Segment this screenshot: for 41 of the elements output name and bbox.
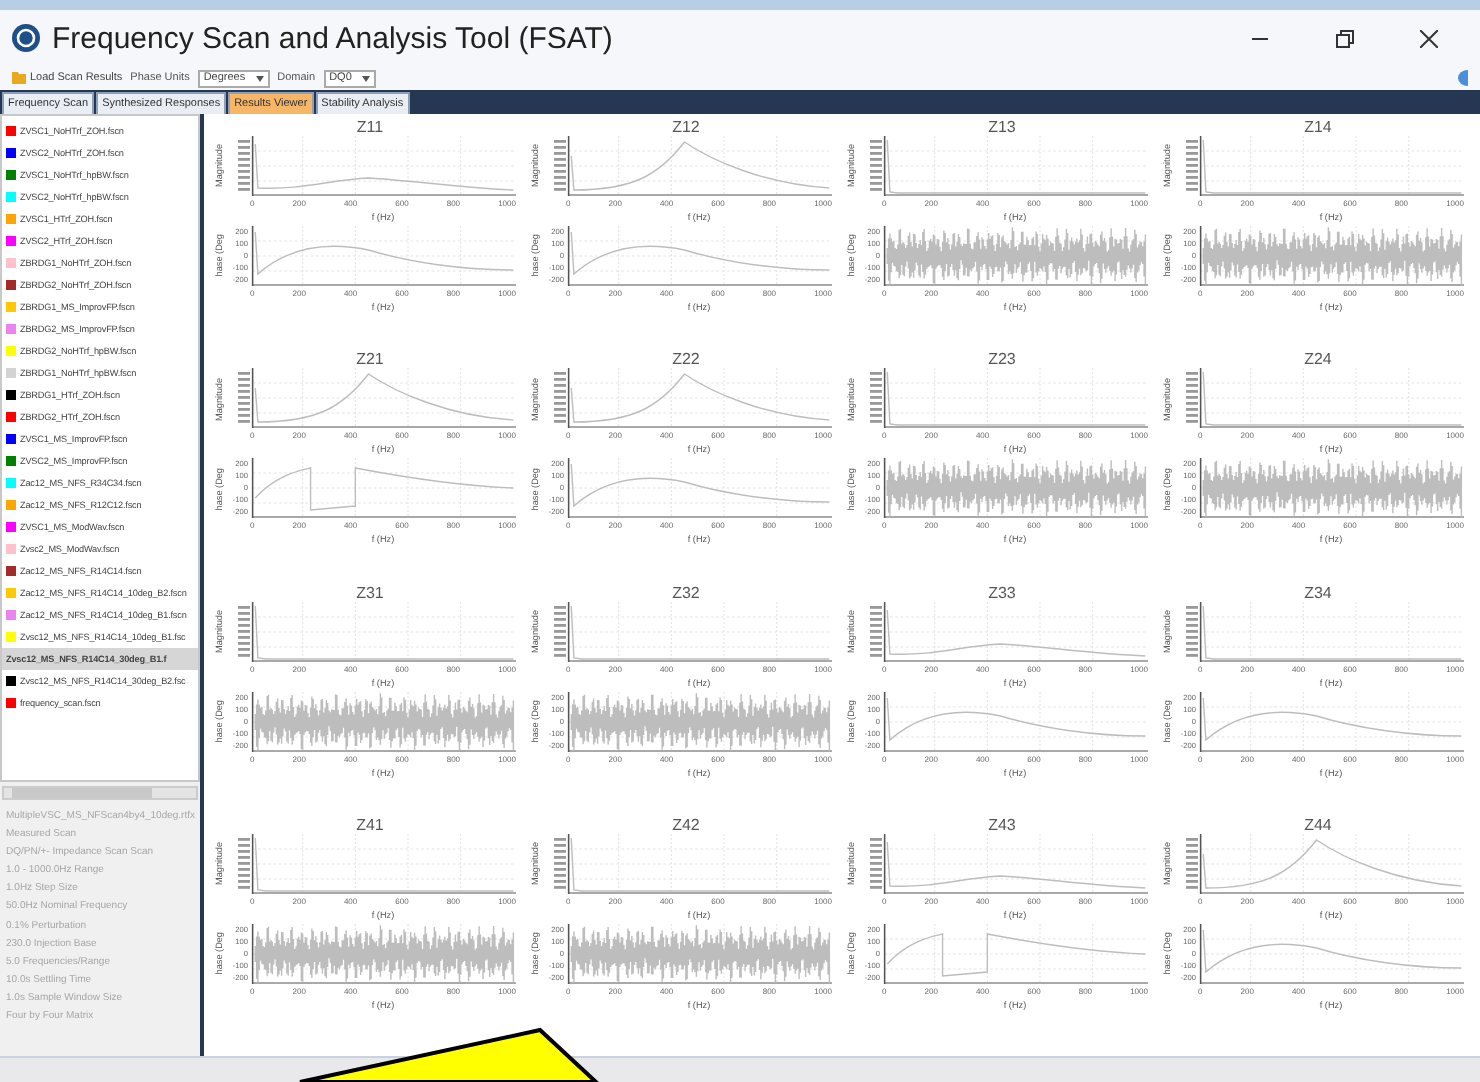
- app-logo-icon: [12, 24, 40, 52]
- plot-title: Z34: [1304, 583, 1332, 601]
- plot-title: Z23: [988, 350, 1016, 369]
- magnitude-axis-drawing: [870, 601, 882, 661]
- plot-title: Z31: [356, 583, 384, 601]
- close-icon: [1419, 29, 1437, 47]
- magnitude-axis-drawing: [870, 833, 882, 894]
- plot-title: Z43: [988, 815, 1016, 834]
- magnitude-axis-drawing: [554, 368, 566, 429]
- caret-icon: [361, 75, 370, 81]
- magnitude-axis-drawing: [1186, 601, 1198, 661]
- magnitude-axis-drawing: [238, 136, 250, 196]
- caret-icon: [255, 75, 264, 81]
- plot-title: Z32: [672, 583, 700, 601]
- plot-title: Z22: [672, 350, 700, 369]
- plot-title: Z14: [1304, 118, 1332, 136]
- plot-title: Z41: [356, 815, 384, 834]
- magnitude-axis-drawing: [554, 601, 566, 661]
- magnitude-axis-drawing: [870, 368, 882, 429]
- magnitude-axis-drawing: [238, 368, 250, 429]
- plot-title: Z24: [1304, 350, 1332, 369]
- plot-title: Z44: [1304, 815, 1332, 834]
- plot-title: Z21: [356, 350, 384, 369]
- plot-title: Z42: [672, 815, 700, 834]
- magnitude-axis-drawing: [238, 601, 250, 661]
- magnitude-axis-drawing: [870, 136, 882, 196]
- restore-icon: [1335, 29, 1353, 47]
- window-title: Frequency Scan and Analysis Tool (FSAT): [52, 21, 615, 55]
- minimize-icon: [1252, 37, 1268, 39]
- magnitude-axis-drawing: [238, 833, 250, 894]
- plot-title: Z11: [356, 118, 384, 136]
- magnitude-axis-drawing: [554, 136, 566, 196]
- magnitude-axis-drawing: [1186, 833, 1198, 894]
- plot-title: Z12: [672, 118, 700, 136]
- magnitude-axis-drawing: [1186, 368, 1198, 429]
- plot-title: Z13: [988, 118, 1016, 136]
- horizontal-scrollbar[interactable]: [2, 786, 198, 800]
- plot-title: Z33: [988, 583, 1016, 601]
- magnitude-axis-drawing: [554, 833, 566, 894]
- folder-icon: [12, 72, 26, 84]
- magnitude-axis-drawing: [1186, 136, 1198, 196]
